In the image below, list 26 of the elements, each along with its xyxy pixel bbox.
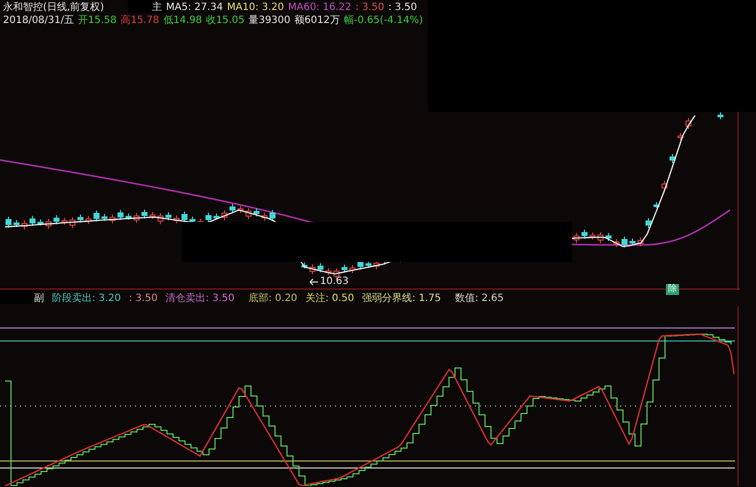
indicator-name: 副 (34, 292, 44, 306)
indicator-value: MA10: 3.20 (227, 1, 284, 14)
quote-value: 高15.78 (120, 14, 160, 27)
indicator-value: MA5: 27.34 (166, 1, 223, 14)
quote-value: 低14.98 (163, 14, 202, 27)
quote-value: 2018/08/31/五 (3, 14, 74, 27)
quote-value: 收15.05 (206, 14, 245, 27)
legend-value: 强弱分界线: 1.75 (362, 292, 441, 306)
indicator-value: MA60: 16.22 (288, 1, 352, 14)
quote-value: 开15.58 (78, 14, 117, 27)
quote-value: 额6012万 (294, 14, 340, 27)
indicator-name: 主 (152, 1, 162, 14)
legend-value: 清仓卖出: 3.50 (166, 292, 234, 306)
arrow-icon (309, 278, 319, 286)
legend-value: : 3.50 (128, 292, 158, 306)
indicator-value: : 3.50 (388, 1, 418, 14)
event-marker: 除 (666, 284, 679, 295)
indicator-value: : 3.50 (355, 1, 384, 14)
legend-value: 阶段卖出: 3.20 (52, 292, 121, 306)
stock-title: 永和智控(日线,前复权) (3, 1, 104, 14)
price-label: 10.63 (320, 276, 349, 287)
quote-value: 量39300 (248, 14, 290, 27)
legend-value: 数值: 2.65 (454, 292, 504, 306)
legend-value: 关注: 0.50 (305, 292, 354, 306)
quote-value: 幅-0.65(-4.14%) (344, 14, 423, 27)
legend-value: 底部: 0.20 (248, 292, 298, 306)
